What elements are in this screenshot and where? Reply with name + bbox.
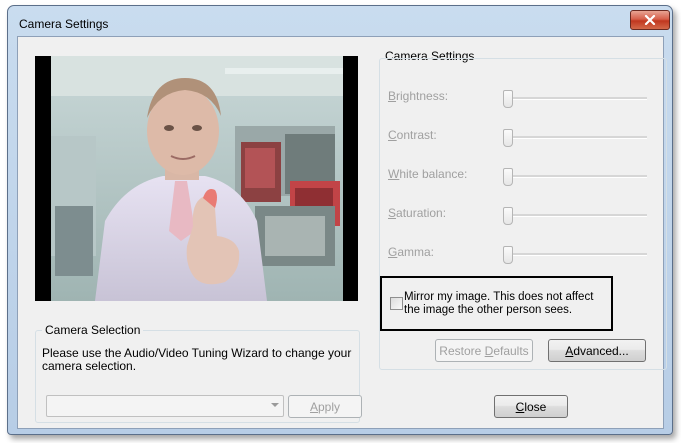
- white-balance-track[interactable]: [507, 175, 647, 178]
- saturation-track[interactable]: [507, 214, 647, 217]
- camera-selection-legend: Camera Selection: [42, 323, 144, 337]
- window-title: Camera Settings: [19, 17, 109, 31]
- restore-defaults-button[interactable]: Restore Defaults: [435, 339, 533, 362]
- mirror-image-checkbox[interactable]: [390, 297, 403, 310]
- camera-settings-window: Camera Settings Camera Settings Brightne…: [7, 5, 673, 435]
- camera-selection-text: Please use the Audio/Video Tuning Wizard…: [42, 346, 352, 373]
- camera-preview-image: [35, 56, 358, 301]
- gamma-thumb[interactable]: [503, 246, 513, 264]
- chevron-down-icon: [271, 403, 279, 407]
- saturation-thumb[interactable]: [503, 207, 513, 225]
- saturation-label: Saturation:: [388, 206, 447, 220]
- gamma-label: Gamma:: [388, 245, 435, 259]
- brightness-thumb[interactable]: [503, 90, 513, 108]
- mirror-image-highlight: Mirror my image. This does not affect th…: [380, 276, 613, 331]
- slider-saturation: Saturation:: [379, 206, 665, 226]
- white-balance-thumb[interactable]: [503, 168, 513, 186]
- apply-button[interactable]: Apply: [288, 395, 362, 418]
- window-close-button[interactable]: [630, 10, 670, 30]
- slider-white-balance: White balance:: [379, 167, 665, 187]
- camera-preview: [35, 56, 358, 301]
- close-icon: [644, 15, 656, 25]
- dialog-client-area: Camera Settings Brightness: Contrast: Wh…: [17, 36, 667, 429]
- camera-dropdown[interactable]: [46, 395, 284, 417]
- sliders-area: Brightness: Contrast: White balance: Sat…: [379, 58, 665, 278]
- brightness-track[interactable]: [507, 97, 647, 100]
- slider-brightness: Brightness:: [379, 89, 665, 109]
- contrast-thumb[interactable]: [503, 129, 513, 147]
- slider-contrast: Contrast:: [379, 128, 665, 148]
- close-label: Close: [515, 399, 547, 414]
- contrast-track[interactable]: [507, 136, 647, 139]
- advanced-button[interactable]: Advanced...: [548, 339, 646, 362]
- apply-label: Apply: [309, 399, 341, 414]
- restore-defaults-label: Restore Defaults: [439, 343, 529, 358]
- advanced-label: Advanced...: [565, 343, 629, 358]
- contrast-label: Contrast:: [388, 128, 437, 142]
- gamma-track[interactable]: [507, 253, 647, 256]
- white-balance-label: White balance:: [388, 167, 468, 181]
- mirror-image-label[interactable]: Mirror my image. This does not affect th…: [404, 291, 609, 317]
- close-button[interactable]: Close: [494, 395, 568, 418]
- slider-gamma: Gamma:: [379, 245, 665, 265]
- brightness-label: Brightness:: [388, 89, 449, 103]
